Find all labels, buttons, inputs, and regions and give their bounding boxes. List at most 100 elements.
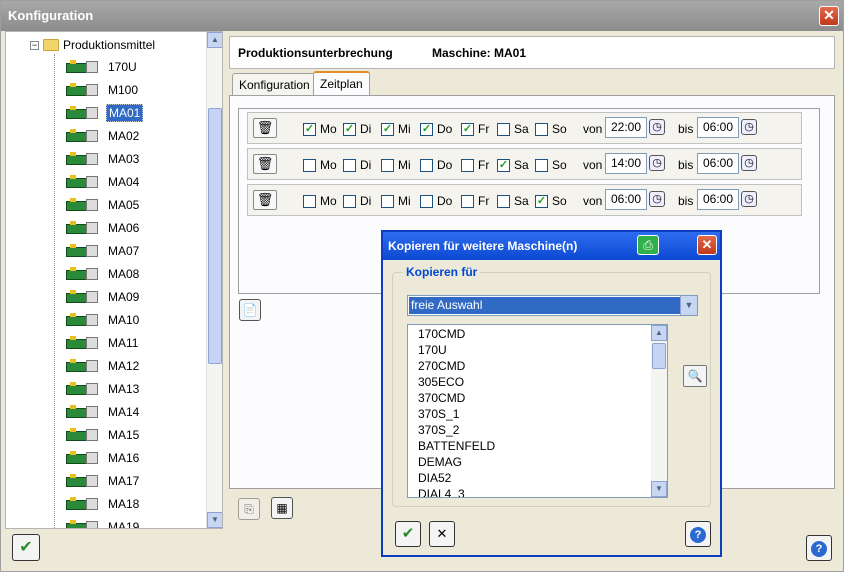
clock-icon[interactable]: ◷	[741, 119, 757, 135]
dialog-cancel-button[interactable]: ✕	[429, 521, 455, 547]
checkbox[interactable]	[461, 158, 474, 172]
checkbox[interactable]	[343, 194, 356, 208]
checkbox[interactable]	[303, 158, 316, 172]
clock-icon[interactable]: ◷	[649, 155, 665, 171]
checkbox[interactable]	[497, 194, 510, 208]
list-item[interactable]: 170CMD	[418, 326, 465, 342]
day-checkbox[interactable]: Di	[343, 194, 371, 208]
day-checkbox[interactable]: ✓ Sa	[497, 158, 529, 172]
tree-item[interactable]: MA02	[66, 126, 141, 146]
tree-item[interactable]: MA07	[66, 241, 141, 261]
trash-icon[interactable]: 🗑	[253, 118, 277, 138]
day-checkbox[interactable]: Mi	[381, 194, 411, 208]
checkbox[interactable]: ✓	[303, 122, 316, 136]
day-checkbox[interactable]: Do	[420, 158, 452, 172]
scroll-thumb[interactable]	[652, 343, 666, 369]
day-checkbox[interactable]: So	[535, 158, 567, 172]
bis-time-input[interactable]: 06:00	[697, 189, 739, 210]
tree-item[interactable]: MA11	[66, 333, 140, 353]
printer-icon[interactable]: ⎙	[637, 235, 659, 255]
tree-item[interactable]: MA18	[66, 494, 141, 514]
dialog-close-button[interactable]: ✕	[697, 235, 717, 255]
tab-zeitplan[interactable]: Zeitplan	[313, 71, 370, 96]
list-item[interactable]: DIAL4_3	[418, 486, 465, 497]
list-item[interactable]: 305ECO	[418, 374, 464, 390]
list-item[interactable]: 370CMD	[418, 390, 465, 406]
checkbox[interactable]	[343, 158, 356, 172]
checkbox[interactable]	[420, 194, 433, 208]
tree-item[interactable]: 170U	[66, 57, 139, 77]
tree-item[interactable]: MA04	[66, 172, 141, 192]
scroll-up-icon[interactable]: ▲	[651, 325, 667, 341]
day-checkbox[interactable]: ✓ Di	[343, 122, 371, 136]
dialog-help-button[interactable]: ?	[685, 521, 711, 547]
day-checkbox[interactable]: Mo	[303, 194, 337, 208]
tree-item[interactable]: MA01	[66, 103, 144, 123]
clock-icon[interactable]: ◷	[741, 155, 757, 171]
von-time-input[interactable]: 22:00	[605, 117, 647, 138]
list-item[interactable]: 270CMD	[418, 358, 465, 374]
tree-item[interactable]: MA10	[66, 310, 141, 330]
checkbox[interactable]	[381, 158, 394, 172]
tree-item[interactable]: MA06	[66, 218, 141, 238]
checkbox[interactable]	[420, 158, 433, 172]
list-item[interactable]: 170U	[418, 342, 447, 358]
day-checkbox[interactable]: ✓ So	[535, 194, 567, 208]
clock-icon[interactable]: ◷	[741, 191, 757, 207]
day-checkbox[interactable]: ✓ Mo	[303, 122, 337, 136]
tree-scrollbar[interactable]: ▲ ▼	[206, 32, 222, 528]
checkbox[interactable]	[535, 158, 548, 172]
checkbox[interactable]	[497, 122, 510, 136]
chevron-down-icon[interactable]: ▼	[680, 296, 697, 315]
list-item[interactable]: 370S_2	[418, 422, 459, 438]
checkbox[interactable]	[535, 122, 548, 136]
ok-button[interactable]: ✔	[12, 534, 40, 561]
selection-dropdown[interactable]: freie Auswahl ▼	[407, 295, 698, 316]
list-scrollbar[interactable]: ▲ ▼	[651, 325, 667, 497]
checkbox[interactable]: ✓	[461, 122, 474, 136]
checkbox[interactable]: ✓	[497, 158, 510, 172]
collapse-icon[interactable]: −	[30, 40, 39, 50]
tree-item[interactable]: MA12	[66, 356, 141, 376]
copy-machines-button[interactable]: ▦	[271, 497, 293, 519]
checkbox[interactable]: ✓	[420, 122, 433, 136]
checkbox[interactable]: ✓	[343, 122, 356, 136]
list-item[interactable]: BATTENFELD	[418, 438, 495, 454]
list-item[interactable]: DIA52	[418, 470, 451, 486]
tree-item[interactable]: MA19	[66, 517, 141, 528]
trash-icon[interactable]: 🗑	[253, 190, 277, 210]
tree-item[interactable]: MA05	[66, 195, 141, 215]
clock-icon[interactable]: ◷	[649, 119, 665, 135]
day-checkbox[interactable]: Do	[420, 194, 452, 208]
tree-item[interactable]: MA17	[66, 471, 141, 491]
checkbox[interactable]: ✓	[535, 194, 548, 208]
checkbox[interactable]: ✓	[381, 122, 394, 136]
checkbox[interactable]	[461, 194, 474, 208]
tree-item[interactable]: M100	[66, 80, 140, 100]
scroll-down-icon[interactable]: ▼	[651, 481, 667, 497]
bis-time-input[interactable]: 06:00	[697, 117, 739, 138]
tree-item[interactable]: MA14	[66, 402, 141, 422]
tab-konfiguration[interactable]: Konfiguration	[232, 73, 317, 96]
day-checkbox[interactable]: ✓ Mi	[381, 122, 411, 136]
checkbox[interactable]	[381, 194, 394, 208]
tree-root[interactable]: − Produktionsmittel	[30, 36, 155, 54]
scroll-down-icon[interactable]: ▼	[207, 512, 222, 528]
binoculars-icon[interactable]: 🔍	[683, 365, 707, 387]
trash-icon[interactable]: 🗑	[253, 154, 277, 174]
machine-list[interactable]: 170CMD 170U 270CMD 305ECO 370CMD 370S_1 370S_2…	[407, 324, 668, 498]
help-button[interactable]: ?	[806, 535, 832, 561]
tree-item[interactable]: MA09	[66, 287, 141, 307]
copy-disabled-button[interactable]: ⎘	[238, 498, 260, 520]
day-checkbox[interactable]: ✓ Do	[420, 122, 452, 136]
day-checkbox[interactable]: Di	[343, 158, 371, 172]
day-checkbox[interactable]: ✓ Fr	[461, 122, 489, 136]
day-checkbox[interactable]: Fr	[461, 194, 489, 208]
add-schedule-button[interactable]: 📄	[239, 299, 261, 321]
von-time-input[interactable]: 06:00	[605, 189, 647, 210]
scroll-up-icon[interactable]: ▲	[207, 32, 222, 48]
day-checkbox[interactable]: Fr	[461, 158, 489, 172]
tree-item[interactable]: MA15	[66, 425, 141, 445]
list-item[interactable]: 370S_1	[418, 406, 459, 422]
day-checkbox[interactable]: Sa	[497, 194, 529, 208]
